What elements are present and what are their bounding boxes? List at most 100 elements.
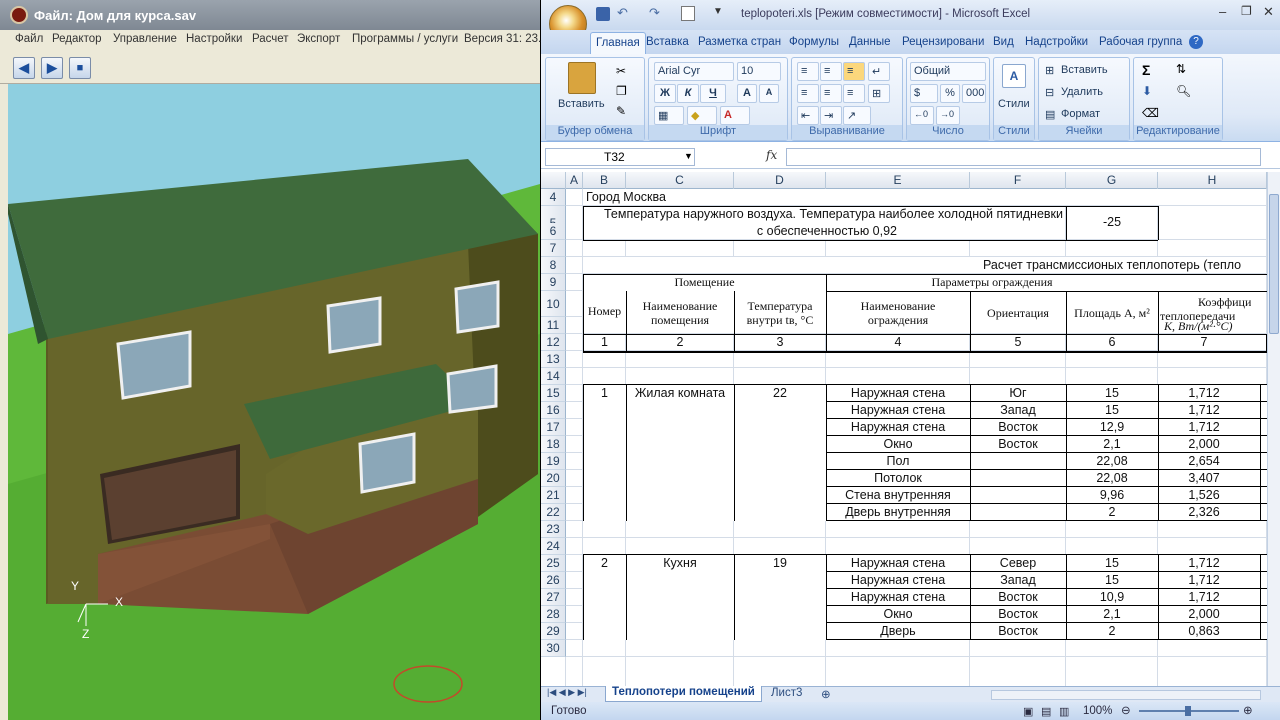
find-icon[interactable]: 🔍︎ (1176, 84, 1191, 98)
new-sheet-icon[interactable]: ⊕ (821, 687, 831, 701)
enclosure-name[interactable]: Окно (826, 606, 970, 623)
orientation-icon[interactable]: ↗ (843, 106, 871, 125)
menu-editor[interactable]: Редактор (52, 33, 102, 45)
enclosure-name[interactable]: Наружная стена (826, 385, 970, 402)
styles-icon[interactable]: A (1002, 64, 1026, 88)
enclosure-orientation[interactable]: Юг (970, 385, 1066, 402)
menu-file[interactable]: Файл (15, 33, 43, 45)
row-header[interactable]: 13 (541, 351, 566, 368)
fill-color-icon[interactable]: ◆ (687, 106, 717, 125)
redo-icon[interactable]: ↷ (649, 5, 660, 21)
column-number-cell[interactable]: 3 (734, 334, 826, 351)
formula-input[interactable] (786, 148, 1261, 166)
row-header[interactable]: 17 (541, 419, 566, 436)
enclosure-name[interactable]: Потолок (826, 470, 970, 487)
forward-icon[interactable]: ▶ (41, 57, 63, 79)
zoom-in-icon[interactable]: ⊕ (1243, 703, 1253, 717)
heat-transfer-coeff[interactable]: 3,407 (1158, 470, 1250, 487)
heat-transfer-coeff[interactable]: 2,654 (1158, 453, 1250, 470)
format-painter-icon[interactable]: ✎ (616, 104, 626, 118)
insert-cells-icon[interactable]: ⊞ (1045, 64, 1054, 77)
room-temp[interactable]: 22 (734, 385, 826, 402)
align-left-icon[interactable]: ≡ (797, 84, 819, 103)
enclosure-area[interactable]: 22,08 (1066, 453, 1158, 470)
enclosure-name[interactable]: Окно (826, 436, 970, 453)
enclosure-area[interactable]: 10,9 (1066, 589, 1158, 606)
horizontal-scrollbar[interactable] (991, 690, 1261, 700)
enclosure-name[interactable]: Стена внутренняя (826, 487, 970, 504)
row-header[interactable]: 21 (541, 487, 566, 504)
heat-transfer-coeff[interactable]: 1,712 (1158, 572, 1250, 589)
vertical-scrollbar[interactable] (1267, 172, 1280, 686)
copy-icon[interactable]: ❐ (616, 84, 627, 98)
room-name[interactable]: Жилая комната (626, 385, 734, 402)
row-header[interactable]: 19 (541, 453, 566, 470)
room-number[interactable]: 1 (583, 385, 626, 402)
save-icon[interactable] (596, 7, 610, 21)
column-number-cell[interactable]: 5 (970, 334, 1066, 351)
row-header[interactable]: 29 (541, 623, 566, 640)
cut-icon[interactable]: ✂ (616, 64, 626, 78)
room-temp[interactable]: 19 (734, 555, 826, 572)
scroll-thumb[interactable] (1269, 194, 1279, 334)
menu-programs[interactable]: Программы / услуги (352, 33, 458, 45)
row-header[interactable]: 11 (541, 317, 566, 334)
enclosure-area[interactable]: 15 (1066, 555, 1158, 572)
row-header[interactable]: 10 (541, 291, 566, 317)
house-model-render[interactable] (8, 84, 540, 720)
zoom-out-icon[interactable]: ⊖ (1121, 703, 1131, 717)
shrink-font-icon[interactable]: A (759, 84, 779, 103)
grow-font-icon[interactable]: A (737, 84, 757, 103)
column-number-cell[interactable]: 6 (1066, 334, 1158, 351)
column-number-cell[interactable]: 4 (826, 334, 970, 351)
sort-filter-icon[interactable]: ⇅ (1176, 62, 1186, 76)
enclosure-area[interactable]: 15 (1066, 572, 1158, 589)
number-format-select[interactable]: Общий (910, 62, 986, 81)
bold-button[interactable]: Ж (654, 84, 676, 103)
percent-button[interactable]: % (940, 84, 960, 103)
align-bottom-icon[interactable]: ≡ (843, 62, 865, 81)
sheet-tab-list3[interactable]: Лист3 (771, 687, 802, 699)
font-size-select[interactable]: 10 (737, 62, 781, 81)
enclosure-name[interactable]: Наружная стена (826, 572, 970, 589)
font-name-select[interactable]: Arial Cyr (654, 62, 734, 81)
close-icon[interactable]: ✕ (1263, 4, 1274, 20)
row-header[interactable]: 28 (541, 606, 566, 623)
enclosure-orientation[interactable]: Запад (970, 572, 1066, 589)
heat-transfer-coeff[interactable]: 1,712 (1158, 589, 1250, 606)
customize-icon[interactable]: ▼ (713, 6, 723, 17)
outdoor-temp-value[interactable]: -25 (1066, 214, 1158, 231)
column-number-cell[interactable]: 1 (583, 334, 626, 351)
increase-decimal-icon[interactable]: ←0 (910, 106, 934, 125)
row-header[interactable]: 7 (541, 240, 566, 257)
restore-icon[interactable]: ❐ (1241, 4, 1252, 18)
room-name[interactable]: Кухня (626, 555, 734, 572)
row-header[interactable]: 23 (541, 521, 566, 538)
align-right-icon[interactable]: ≡ (843, 84, 865, 103)
format-cells-button[interactable]: Формат (1061, 108, 1100, 120)
enclosure-area[interactable]: 22,08 (1066, 470, 1158, 487)
page-layout-view-icon[interactable]: ▤ (1041, 705, 1051, 718)
enclosure-name[interactable]: Наружная стена (826, 419, 970, 436)
tab-view[interactable]: Вид (993, 36, 1014, 48)
enclosure-name[interactable]: Дверь внутренняя (826, 504, 970, 521)
heat-transfer-coeff[interactable]: 0,863 (1158, 623, 1250, 640)
sheet-tab-heatloss[interactable]: Теплопотери помещений (605, 686, 762, 702)
tab-insert[interactable]: Вставка (646, 36, 689, 48)
font-color-icon[interactable]: A (720, 106, 750, 125)
heat-transfer-coeff[interactable]: 2,000 (1158, 606, 1250, 623)
help-icon[interactable]: ? (1189, 35, 1203, 49)
enclosure-orientation[interactable]: Восток (970, 436, 1066, 453)
enclosure-area[interactable]: 2 (1066, 504, 1158, 521)
row-header[interactable]: 30 (541, 640, 566, 657)
clear-icon[interactable]: ⌫ (1142, 106, 1159, 120)
back-icon[interactable]: ◀ (13, 57, 35, 79)
row-header[interactable]: 20 (541, 470, 566, 487)
autosum-icon[interactable]: Σ (1142, 62, 1150, 78)
format-cells-icon[interactable]: ▤ (1045, 108, 1055, 121)
row-header[interactable]: 24 (541, 538, 566, 555)
sheet-nav-icon[interactable]: |◀ ◀ ▶ ▶| (547, 687, 587, 698)
tab-addins[interactable]: Надстройки (1025, 36, 1088, 48)
tab-team[interactable]: Рабочая группа (1099, 36, 1182, 48)
enclosure-area[interactable]: 15 (1066, 402, 1158, 419)
